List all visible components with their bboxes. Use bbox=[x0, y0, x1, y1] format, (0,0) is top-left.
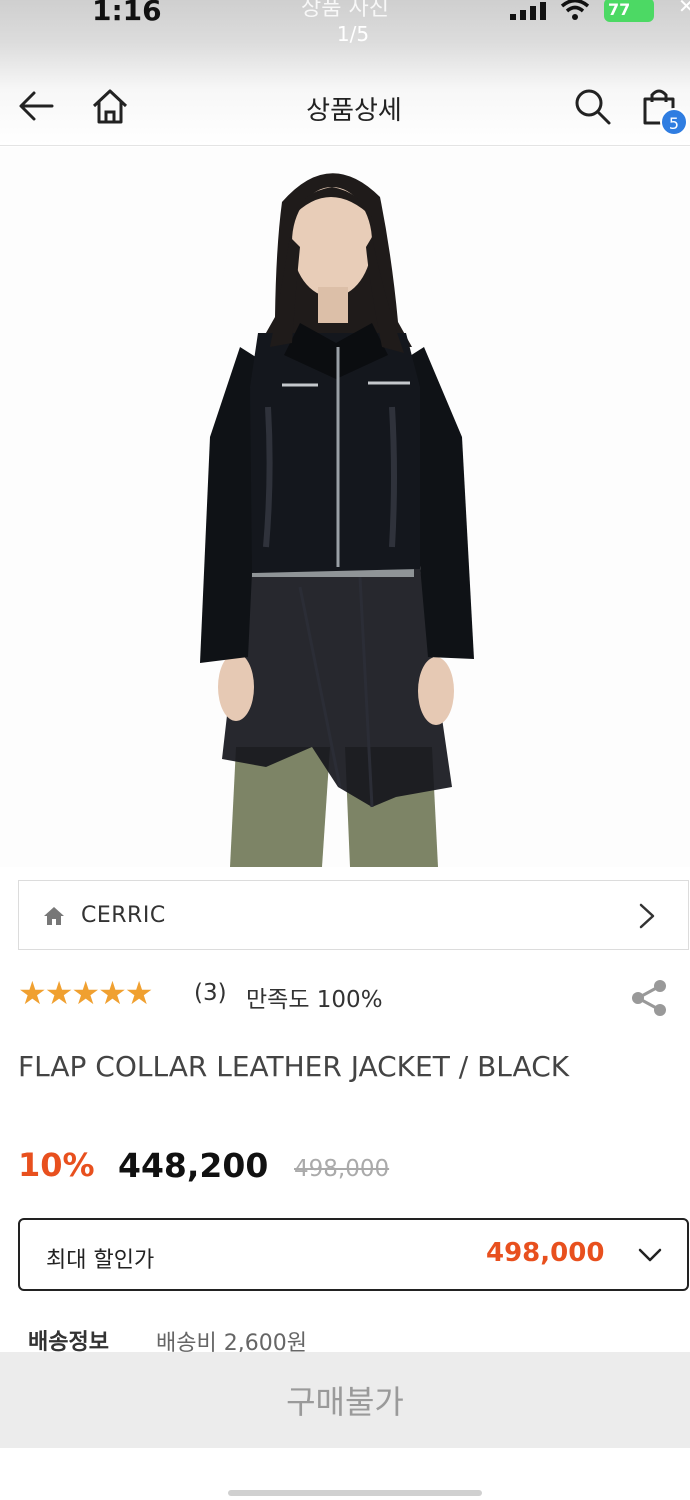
close-icon[interactable]: ✕ bbox=[678, 0, 690, 18]
rating-stars: ★★★★★ bbox=[18, 974, 153, 1012]
home-icon bbox=[44, 907, 64, 925]
share-icon[interactable] bbox=[630, 978, 670, 1018]
brand-name: CERRIC bbox=[81, 903, 166, 928]
model-photo bbox=[0, 147, 690, 867]
status-bar: 1:16 상품 사진 1/5 77 ✕ bbox=[0, 0, 690, 60]
wifi-icon bbox=[560, 0, 590, 20]
product-image[interactable] bbox=[0, 147, 690, 867]
max-discount-dropdown[interactable]: 최대 할인가 498,000 bbox=[18, 1218, 689, 1291]
purchase-unavailable-button[interactable]: 구매불가 bbox=[0, 1352, 690, 1448]
search-icon[interactable] bbox=[572, 86, 612, 126]
max-discount-label: 최대 할인가 bbox=[46, 1248, 155, 1273]
product-name: FLAP COLLAR LEATHER JACKET / BLACK bbox=[18, 1050, 570, 1083]
satisfaction-text: 만족도 100% bbox=[246, 987, 383, 1013]
chevron-right-icon bbox=[639, 903, 655, 929]
price-row: 10% 448,200 498,000 bbox=[18, 1146, 690, 1190]
max-discount-price: 498,000 bbox=[486, 1238, 605, 1268]
original-price: 498,000 bbox=[294, 1156, 390, 1182]
signal-bars-icon bbox=[510, 2, 546, 20]
chevron-down-icon bbox=[638, 1248, 662, 1262]
app-header: 상품상세 bbox=[0, 60, 690, 146]
discount-rate: 10% bbox=[18, 1146, 95, 1184]
brand-shop-link[interactable]: CERRIC bbox=[18, 880, 689, 950]
story-counter: 1/5 bbox=[336, 22, 370, 46]
shipping-info: 배송정보 배송비 2,600원 bbox=[28, 1324, 678, 1356]
buy-bar: 구매불가 bbox=[0, 1352, 690, 1448]
rating-row: ★★★★★ (3) 만족도 100% bbox=[18, 974, 690, 1016]
battery-indicator: 77 bbox=[604, 0, 654, 22]
review-count-link[interactable]: (3) bbox=[194, 980, 227, 1006]
cart-count-badge: 5 bbox=[660, 108, 688, 136]
home-indicator bbox=[228, 1490, 482, 1496]
sale-price: 448,200 bbox=[118, 1146, 269, 1185]
